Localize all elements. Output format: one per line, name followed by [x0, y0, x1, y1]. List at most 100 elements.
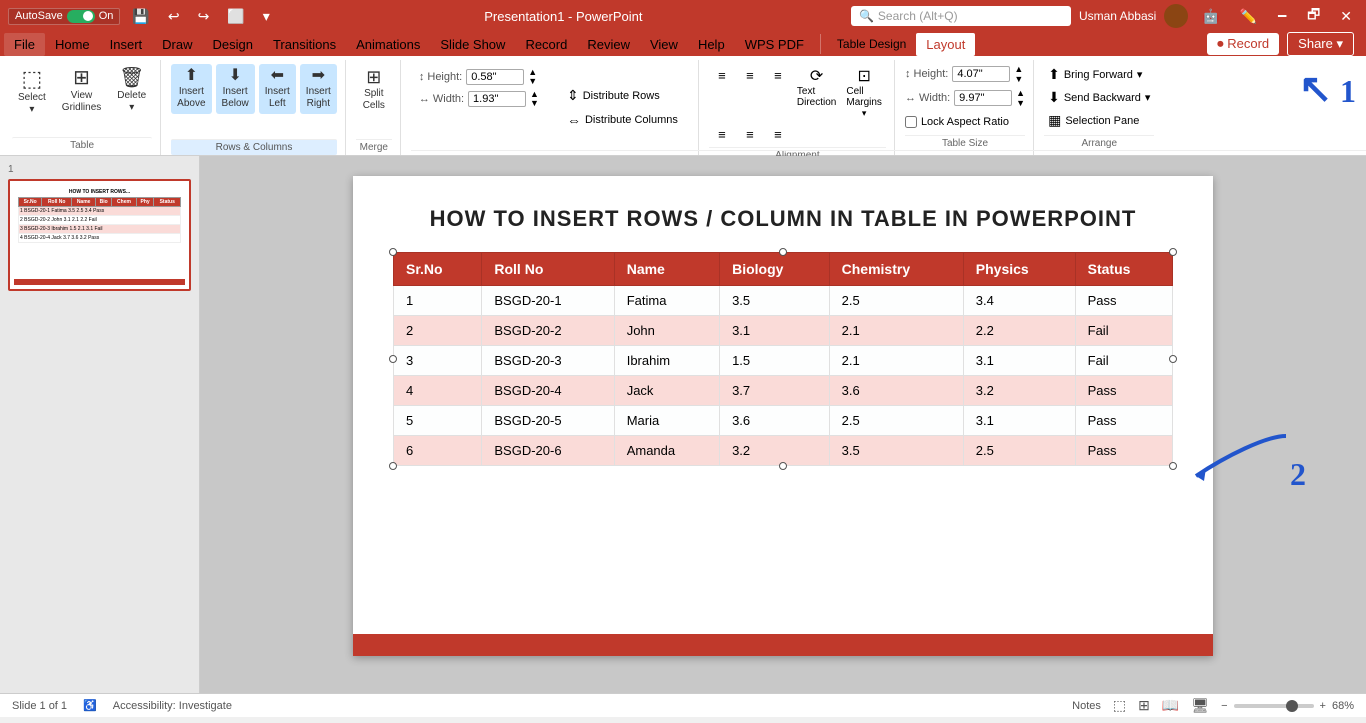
presenter-view-icon[interactable]: 🖥	[1191, 697, 1209, 714]
table-cell: 2.5	[829, 406, 963, 436]
menu-design[interactable]: Design	[203, 33, 263, 56]
cell-height-input[interactable]	[466, 69, 524, 85]
menu-review[interactable]: Review	[577, 33, 640, 56]
slide-thumbnail[interactable]: HOW TO INSERT ROWS... Sr.No Roll No Name…	[8, 179, 191, 291]
handle-br[interactable]	[1169, 462, 1177, 470]
insert-above-button[interactable]: ⬆ InsertAbove	[171, 64, 211, 114]
redo-button[interactable]: ↪	[192, 6, 216, 27]
align-top-left-button[interactable]: ≡	[709, 64, 735, 86]
notes-button[interactable]: Notes	[1072, 700, 1101, 712]
handle-bc[interactable]	[779, 462, 787, 470]
menu-help[interactable]: Help	[688, 33, 735, 56]
table-row[interactable]: 1BSGD-20-1Fatima3.52.53.4Pass	[394, 286, 1173, 316]
handle-tl[interactable]	[389, 248, 397, 256]
save-button[interactable]: 💾	[126, 6, 155, 27]
bring-forward-button[interactable]: ⬆ Bring Forward ▾	[1044, 64, 1154, 85]
share-button[interactable]: Share ▾	[1287, 32, 1354, 56]
table-header-cell: Physics	[963, 253, 1075, 286]
table-cell: 3.7	[720, 376, 830, 406]
send-backward-label: Send Backward	[1064, 92, 1141, 104]
table-height-input[interactable]	[952, 66, 1010, 82]
menu-table-design[interactable]: Table Design	[827, 33, 916, 55]
table-width-spinner[interactable]: ▲▼	[1016, 88, 1025, 108]
insert-right-icon: ➡	[312, 68, 325, 84]
cell-width-spinner[interactable]: ▲▼	[530, 90, 539, 108]
align-top-right-button[interactable]: ≡	[765, 64, 791, 86]
delete-button[interactable]: 🗑 Delete ▾	[111, 64, 152, 117]
insert-below-button[interactable]: ⬇ InsertBelow	[216, 64, 255, 114]
menu-draw[interactable]: Draw	[152, 33, 202, 56]
distribute-cols-button[interactable]: ⇔ Distribute Columns	[563, 110, 682, 130]
view-gridlines-button[interactable]: ⊞ View Gridlines	[56, 64, 107, 118]
slide-sorter-icon[interactable]: ⊞	[1138, 697, 1150, 714]
send-backward-button[interactable]: ⬇ Send Backward ▾	[1044, 87, 1154, 108]
align-middle-left-button[interactable]: ≡	[709, 123, 735, 145]
menu-view[interactable]: View	[640, 33, 688, 56]
table-row[interactable]: 5BSGD-20-5Maria3.62.53.1Pass	[394, 406, 1173, 436]
autosave-toggle[interactable]	[67, 10, 95, 23]
menu-layout[interactable]: Layout	[916, 33, 975, 56]
cell-margins-button[interactable]: ⊡ CellMargins ▾	[842, 64, 886, 121]
handle-tr[interactable]	[1169, 248, 1177, 256]
menu-wpspdf[interactable]: WPS PDF	[735, 33, 814, 56]
handle-bl[interactable]	[389, 462, 397, 470]
align-middle-center-button[interactable]: ≡	[737, 123, 763, 145]
record-button[interactable]: ⏺ Record	[1207, 33, 1279, 55]
table-row[interactable]: 3BSGD-20-3Ibrahim1.52.13.1Fail	[394, 346, 1173, 376]
table-row[interactable]: 6BSGD-20-6Amanda3.23.52.5Pass	[394, 436, 1173, 466]
presentation-view-button[interactable]: ⬜	[221, 6, 250, 27]
cell-height-spinner[interactable]: ▲▼	[528, 68, 537, 86]
handle-mr[interactable]	[1169, 355, 1177, 363]
selection-pane-button[interactable]: ▦ Selection Pane	[1044, 110, 1154, 131]
close-button[interactable]: ✕	[1334, 6, 1358, 27]
table-cell: 3.2	[963, 376, 1075, 406]
select-icon: ⬚	[22, 68, 43, 90]
cell-margins-dropdown: ▾	[862, 108, 867, 119]
cell-width-input[interactable]	[468, 91, 526, 107]
menu-transitions[interactable]: Transitions	[263, 33, 346, 56]
menu-record[interactable]: Record	[515, 33, 577, 56]
distribute-cols-icon: ⇔	[567, 112, 581, 128]
align-top-center-button[interactable]: ≡	[737, 64, 763, 86]
menu-insert[interactable]: Insert	[100, 33, 153, 56]
autosave-badge[interactable]: AutoSave On	[8, 8, 120, 25]
copilot-button[interactable]: 🤖	[1196, 6, 1225, 27]
menu-animations[interactable]: Animations	[346, 33, 430, 56]
menu-home[interactable]: Home	[45, 33, 100, 56]
insert-left-button[interactable]: ⬅ InsertLeft	[259, 64, 296, 114]
lock-aspect-checkbox[interactable]	[905, 116, 917, 128]
normal-view-icon[interactable]: ⬚	[1113, 697, 1126, 714]
reading-view-icon[interactable]: 📖	[1162, 697, 1179, 714]
menu-file[interactable]: File	[4, 33, 45, 56]
undo-button[interactable]: ↩	[162, 6, 186, 27]
handle-tc[interactable]	[779, 248, 787, 256]
pen-button[interactable]: ✏️	[1234, 6, 1263, 27]
restore-button[interactable]: 🗗	[1301, 2, 1326, 30]
selection-pane-label: Selection Pane	[1065, 115, 1139, 127]
table-container[interactable]: Sr.NoRoll NoNameBiologyChemistryPhysicsS…	[393, 252, 1173, 466]
table-header-cell: Biology	[720, 253, 830, 286]
search-bar[interactable]: 🔍 Search (Alt+Q)	[851, 6, 1071, 26]
split-cells-button[interactable]: ⊞ SplitCells	[356, 64, 392, 116]
zoom-out-button[interactable]: −	[1221, 700, 1227, 712]
minimize-button[interactable]: 🗕	[1271, 2, 1293, 30]
text-direction-button[interactable]: ⟳ TextDirection	[793, 64, 840, 121]
insert-right-button[interactable]: ➡ InsertRight	[300, 64, 337, 114]
table-height-spinner[interactable]: ▲▼	[1014, 64, 1023, 84]
handle-ml[interactable]	[389, 355, 397, 363]
table-row[interactable]: 2BSGD-20-2John3.12.12.2Fail	[394, 316, 1173, 346]
table-width-input[interactable]	[954, 90, 1012, 106]
zoom-slider[interactable]	[1234, 704, 1314, 708]
zoom-in-button[interactable]: +	[1320, 700, 1326, 712]
title-bar: AutoSave On 💾 ↩ ↪ ⬜ ▾ Presentation1 - Po…	[0, 0, 1366, 32]
distribute-rows-button[interactable]: ⇕ Distribute Rows	[563, 85, 682, 106]
table-row[interactable]: 4BSGD-20-4Jack3.73.63.2Pass	[394, 376, 1173, 406]
table-header-row: Sr.NoRoll NoNameBiologyChemistryPhysicsS…	[394, 253, 1173, 286]
align-middle-right-button[interactable]: ≡	[765, 123, 791, 145]
table-cell: BSGD-20-2	[482, 316, 614, 346]
window-title: Presentation1 - PowerPoint	[484, 9, 642, 24]
zoom-slider-thumb[interactable]	[1286, 700, 1298, 712]
select-button[interactable]: ⬚ Select ▾	[12, 64, 52, 119]
customize-button[interactable]: ▾	[257, 6, 276, 27]
menu-slideshow[interactable]: Slide Show	[430, 33, 515, 56]
